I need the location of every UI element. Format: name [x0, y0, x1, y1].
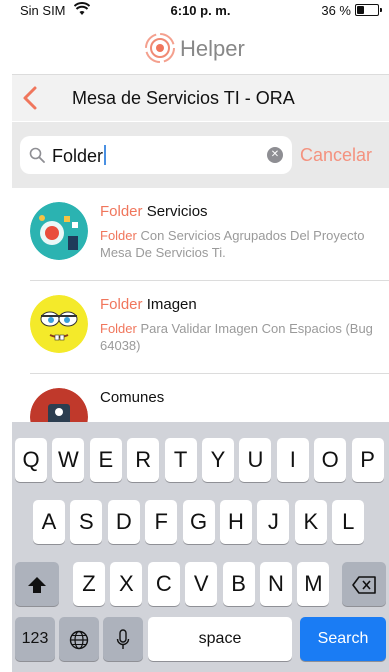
key-h[interactable]: H [220, 500, 252, 544]
result-description: Folder Para Validar Imagen Con Espacios … [100, 321, 373, 353]
space-key[interactable]: space [148, 617, 292, 661]
key-r[interactable]: R [127, 438, 160, 482]
key-z[interactable]: Z [73, 562, 105, 606]
search-input[interactable]: Folder ✕ [20, 136, 292, 174]
status-bar: Sin SIM 6:10 p. m. 36 % [12, 0, 389, 20]
key-c[interactable]: C [147, 562, 180, 606]
globe-key[interactable] [59, 617, 99, 661]
result-title: Folder Servicios [100, 203, 208, 220]
key-f[interactable]: F [145, 500, 178, 544]
key-k[interactable]: K [294, 500, 327, 544]
key-p[interactable]: P [351, 438, 384, 482]
key-o[interactable]: O [314, 438, 347, 482]
list-item[interactable]: Folder Imagen Folder Para Validar Imagen… [12, 281, 389, 374]
keyboard: QWERTYUIOP ASDFGHJKL ZXCVBNM 123 space S… [12, 422, 389, 672]
globe-icon [69, 630, 89, 650]
search-key[interactable]: Search [300, 617, 386, 661]
key-y[interactable]: Y [202, 438, 234, 482]
screen: Sin SIM 6:10 p. m. 36 % Helper Mesa de S… [0, 0, 389, 672]
search-value: Folder [52, 146, 104, 166]
cancel-button[interactable]: Cancelar [300, 145, 372, 166]
result-title: Comunes [100, 389, 165, 406]
key-a[interactable]: A [33, 500, 65, 544]
app-name: Helper [180, 36, 245, 61]
key-g[interactable]: G [182, 500, 215, 544]
key-s[interactable]: S [70, 500, 103, 544]
shift-icon [28, 577, 46, 594]
key-m[interactable]: M [297, 562, 330, 606]
shift-key[interactable] [15, 562, 59, 606]
key-l[interactable]: L [332, 500, 365, 544]
text-caret [104, 145, 107, 165]
result-description: Folder Con Servicios Agrupados Del Proye… [100, 228, 365, 260]
list-item[interactable]: Folder Servicios Folder Con Servicios Ag… [12, 188, 389, 281]
phone-screen: Sin SIM 6:10 p. m. 36 % Helper Mesa de S… [12, 0, 389, 672]
battery-percent: 36 % [321, 3, 351, 18]
services-avatar [30, 202, 88, 260]
key-t[interactable]: T [164, 438, 197, 482]
clear-search-icon[interactable]: ✕ [267, 147, 283, 163]
key-e[interactable]: E [89, 438, 122, 482]
backspace-icon [352, 576, 376, 594]
battery-icon [355, 4, 382, 16]
app-logo: Helper [12, 24, 389, 72]
key-q[interactable]: Q [15, 438, 47, 482]
result-title: Folder Imagen [100, 296, 197, 313]
key-w[interactable]: W [52, 438, 85, 482]
helper-logo-icon [145, 33, 175, 63]
key-u[interactable]: U [239, 438, 272, 482]
numbers-key[interactable]: 123 [15, 617, 55, 661]
back-chevron-icon[interactable] [20, 85, 42, 111]
key-b[interactable]: B [222, 562, 255, 606]
microphone-icon [116, 629, 130, 650]
key-j[interactable]: J [257, 500, 290, 544]
delete-key[interactable] [342, 562, 386, 606]
key-v[interactable]: V [185, 562, 218, 606]
sponge-avatar [30, 295, 88, 353]
key-n[interactable]: N [260, 562, 292, 606]
microphone-key[interactable] [103, 617, 143, 661]
navigation-bar: Mesa de Servicios TI - ORA [12, 74, 389, 121]
key-x[interactable]: X [110, 562, 143, 606]
key-i[interactable]: I [276, 438, 309, 482]
search-bar: Folder ✕ Cancelar [12, 122, 389, 188]
search-icon [29, 147, 45, 163]
key-d[interactable]: D [107, 500, 140, 544]
page-title: Mesa de Servicios TI - ORA [72, 88, 295, 108]
